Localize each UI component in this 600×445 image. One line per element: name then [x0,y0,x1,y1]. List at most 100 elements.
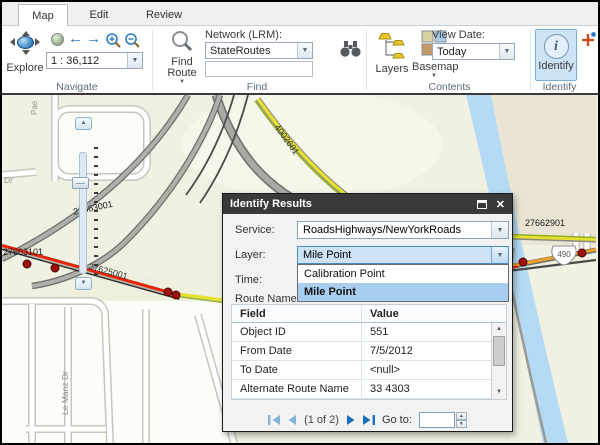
scroll-up-icon[interactable]: ▲ [493,324,505,335]
column-header-field[interactable]: Field [232,305,362,322]
zoom-slider-handle[interactable] [72,177,89,189]
mile-point-dot[interactable] [578,249,586,257]
tab-edit[interactable]: Edit [74,4,124,26]
service-dropdown-arrow-icon[interactable]: ▼ [491,222,508,238]
explore-compass-icon[interactable] [10,32,40,54]
full-extent-globe-icon[interactable] [51,33,64,46]
page-indicator: (1 of 2) [304,414,339,426]
compass-ball [17,36,34,49]
time-label: Time: [235,274,262,286]
previous-extent-icon[interactable]: ← [68,30,83,47]
application-window: Map Edit Review Explore ← → 1 : 36,112 ▼… [0,0,600,445]
spinner-up-icon[interactable]: ▲ [456,412,467,420]
close-icon[interactable]: ✕ [496,198,505,211]
compass-south-arrow [22,50,30,55]
dropdown-option-mile-point[interactable]: Mile Point [298,283,508,301]
layers-label: Layers [374,63,410,75]
last-page-icon[interactable] [362,415,375,425]
layers-button[interactable]: Layers [374,30,410,75]
group-label-identify: Identify [522,81,597,93]
cell-field: From Date [232,342,362,360]
layer-dropdown-arrow-icon[interactable]: ▼ [491,247,508,263]
goto-input[interactable] [419,412,455,428]
shield-490-label: 490 [557,250,571,259]
mile-point-dot[interactable] [164,288,172,296]
cell-value: 551 [362,323,506,341]
network-value: StateRoutes [206,45,297,57]
view-date-label: View Date: [432,29,485,41]
network-combobox[interactable]: StateRoutes ▼ [205,42,313,59]
cell-value: <null> [362,361,506,379]
scale-dropdown-arrow-icon[interactable]: ▼ [127,53,142,68]
layers-tree-icon [378,30,406,60]
zoom-slider-ticks [94,147,98,275]
mile-point-dot[interactable] [172,291,180,299]
goto-spinner: ▲ ▼ [456,412,467,428]
compass-north-arrow [22,31,30,36]
cell-field: Object ID [232,323,362,341]
dialog-titlebar[interactable]: Identify Results ✕ [223,194,512,214]
first-page-icon[interactable] [268,415,281,425]
tab-map[interactable]: Map [18,4,68,26]
cell-field: To Date [232,361,362,379]
table-row[interactable]: Alternate Route Name 33 4303 [232,380,506,399]
street-label-le-manz-dr: Le Manz Dr [60,371,70,415]
view-date-combobox[interactable]: Today ▼ [432,43,515,60]
maximize-icon[interactable] [477,200,487,209]
explore-button-label[interactable]: Explore [2,62,48,74]
map-scale-combobox[interactable]: 1 : 36,112 ▼ [46,52,143,69]
dropdown-option-calibration-point[interactable]: Calibration Point [298,265,508,283]
layer-label: Layer: [235,249,266,261]
street-label-dr: Dr [4,175,14,185]
layer-value: Mile Point [298,247,491,263]
group-separator [366,30,367,90]
service-combobox[interactable]: RoadsHighways/NewYorkRoads ▼ [297,221,509,239]
add-point-tool-icon[interactable] [581,32,596,52]
table-row[interactable]: To Date <null> [232,361,506,380]
mile-point-dot[interactable] [519,258,527,266]
spinner-down-icon[interactable]: ▼ [456,420,467,428]
results-pager: (1 of 2) Go to: ▲ ▼ [223,410,512,430]
zoom-in-icon[interactable] [105,32,121,53]
map-scale-value: 1 : 36,112 [47,55,127,67]
mile-point-dot[interactable] [23,260,31,268]
network-lrm-label: Network (LRM): [205,29,282,41]
ribbon: Explore ← → 1 : 36,112 ▼ Navigate Find R… [2,26,598,93]
tab-review[interactable]: Review [134,4,194,26]
column-header-value[interactable]: Value [362,305,506,322]
goto-label: Go to: [382,414,412,426]
layer-dropdown-list: Calibration Point Mile Point [297,264,509,302]
service-value: RoadsHighways/NewYorkRoads [298,222,491,238]
table-row[interactable]: Object ID 551 [232,323,506,342]
scrollbar-thumb[interactable] [493,336,505,366]
binoculars-search-icon[interactable] [339,39,362,63]
route-id-field[interactable] [205,61,313,77]
zoom-slider-track[interactable] [79,152,87,274]
attributes-table: Field Value Object ID 551 From Date 7/5/… [231,304,507,400]
basemap-label: Basemap [412,61,456,73]
scroll-down-icon[interactable]: ▼ [493,387,505,398]
zoom-out-icon[interactable] [124,32,140,53]
basemap-dropdown-arrow-icon[interactable]: ▼ [412,73,456,79]
zoom-slider-bottom-button[interactable]: ▼ [75,277,92,290]
zoom-slider-top-button[interactable]: ▲ [75,117,92,130]
view-date-dropdown-arrow-icon[interactable]: ▼ [499,44,514,59]
group-label-contents: Contents [382,81,517,93]
find-route-button[interactable]: Find Route ▼ [162,30,202,88]
find-route-label: Find Route [162,57,202,79]
zoom-slider: ▲ ▼ [38,117,68,297]
identify-button[interactable]: i Identify [535,29,577,81]
ribbon-tabbar: Map Edit Review [2,2,598,26]
next-page-icon[interactable] [346,415,355,425]
table-row[interactable]: From Date 7/5/2012 [232,342,506,361]
compass-west-arrow [10,38,15,46]
previous-page-icon[interactable] [288,415,297,425]
table-scrollbar[interactable]: ▲ ▼ [491,323,506,399]
layer-combobox[interactable]: Mile Point ▼ [297,246,509,264]
route-label-27662901: 27662901 [525,218,565,228]
cell-field: Alternate Route Name [232,380,362,398]
network-dropdown-arrow-icon[interactable]: ▼ [297,43,312,58]
find-route-magnifier-icon [171,30,193,52]
dialog-title: Identify Results [223,198,477,210]
next-extent-icon[interactable]: → [86,30,101,47]
